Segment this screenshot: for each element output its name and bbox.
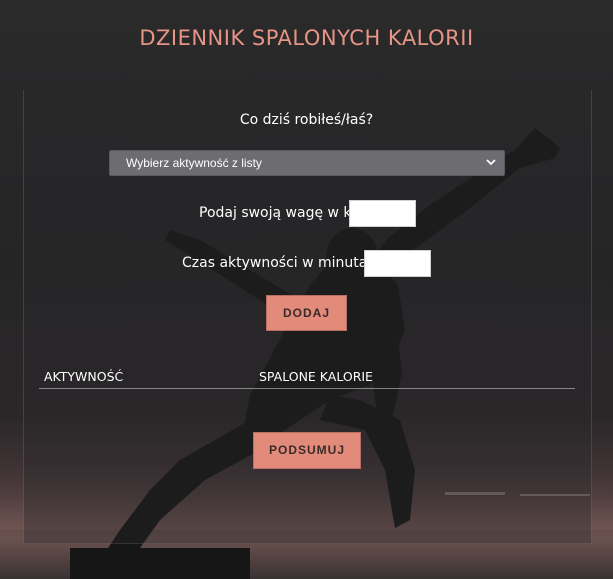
duration-input[interactable] — [364, 250, 431, 277]
table-divider — [39, 388, 575, 389]
add-button[interactable]: DODAJ — [266, 295, 347, 331]
app-title: DZIENNIK SPALONYCH KALORII — [139, 26, 474, 50]
column-header-calories: SPALONE KALORIE — [259, 369, 373, 384]
weight-input[interactable] — [349, 200, 416, 227]
chevron-down-icon — [486, 159, 496, 166]
summary-button[interactable]: PODSUMUJ — [253, 432, 361, 469]
activity-select-value: Wybierz aktywność z listy — [126, 156, 262, 170]
activity-select[interactable]: Wybierz aktywność z listy — [109, 150, 505, 176]
activity-question: Co dziś robiłeś/łaś? — [239, 112, 374, 128]
duration-label: Czas aktywności w minutach: — [182, 255, 389, 271]
weight-label: Podaj swoją wagę w kg: — [199, 205, 366, 221]
column-header-activity: AKTYWNOŚĆ — [44, 369, 124, 384]
